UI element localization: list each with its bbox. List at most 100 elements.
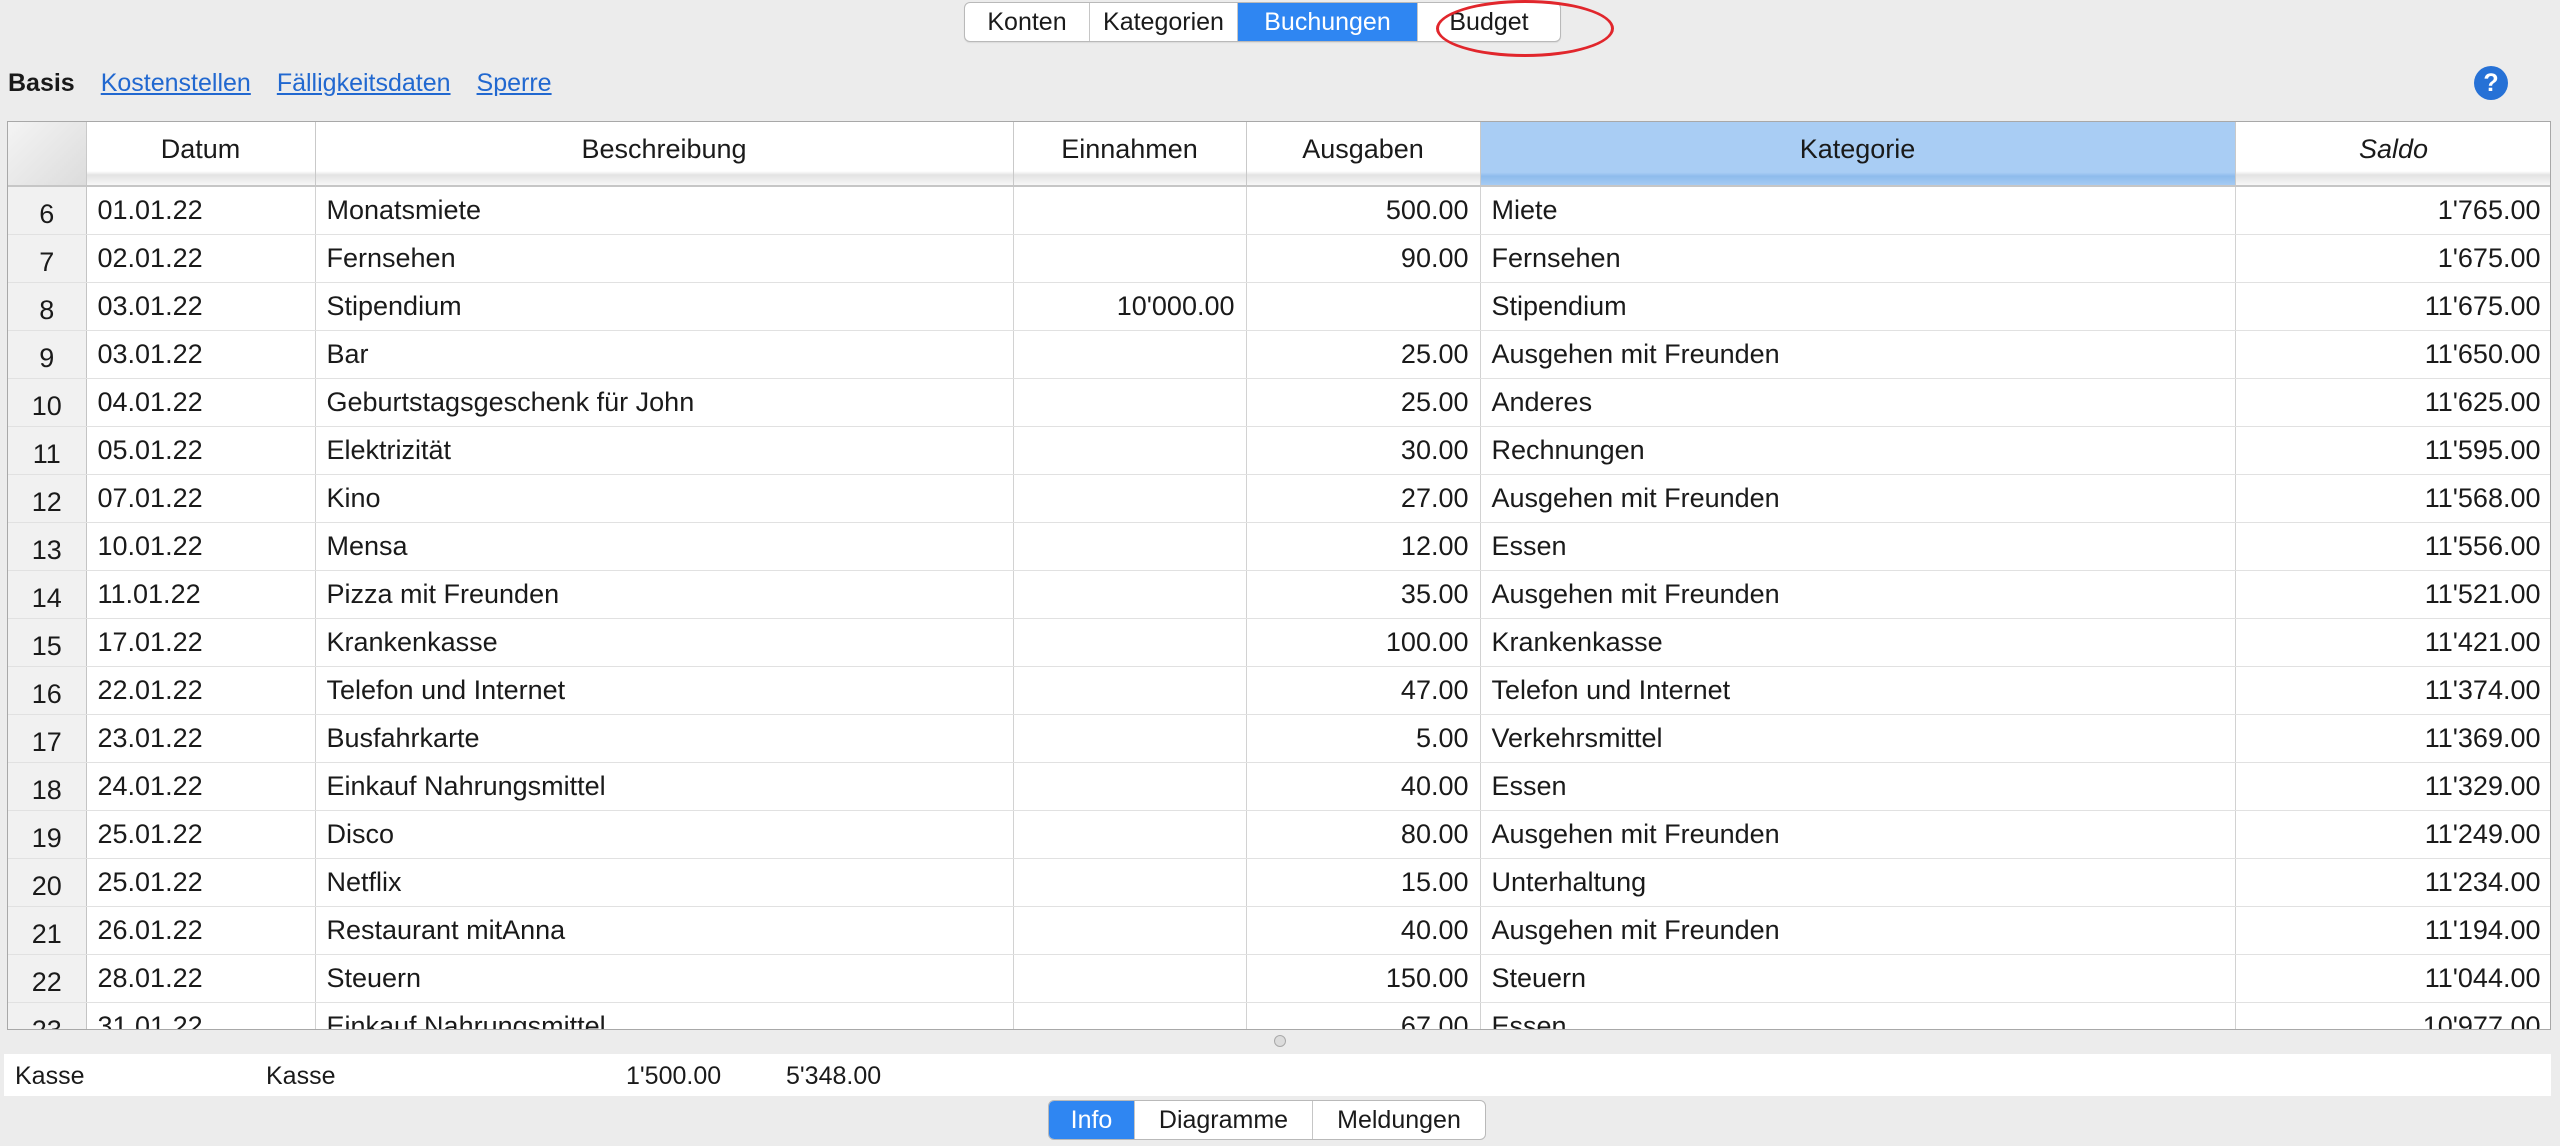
cell-ausgaben[interactable]: 35.00 xyxy=(1246,570,1481,619)
cell-datum[interactable]: 22.01.22 xyxy=(86,666,316,715)
cell-beschreibung[interactable]: Netflix xyxy=(315,858,1014,907)
cell-kategorie[interactable]: Stipendium xyxy=(1480,282,2236,331)
cell-datum[interactable]: 23.01.22 xyxy=(86,714,316,763)
cell-einnahmen[interactable] xyxy=(1013,954,1247,1003)
header-saldo[interactable]: Saldo xyxy=(2235,122,2550,187)
row-number[interactable]: 10 xyxy=(8,378,87,427)
cell-einnahmen[interactable] xyxy=(1013,1002,1247,1029)
table-row[interactable]: 7 02.01.22 Fernsehen 90.00 Fernsehen 1'675.00 xyxy=(8,234,2550,283)
cell-kategorie[interactable]: Ausgehen mit Freunden xyxy=(1480,810,2236,859)
row-number[interactable]: 21 xyxy=(8,906,87,955)
cell-saldo[interactable]: 11'044.00 xyxy=(2235,954,2550,1003)
splitter-handle[interactable] xyxy=(1274,1035,1286,1047)
cell-kategorie[interactable]: Ausgehen mit Freunden xyxy=(1480,906,2236,955)
cell-beschreibung[interactable]: Fernsehen xyxy=(315,234,1014,283)
table-row[interactable]: 6 01.01.22 Monatsmiete 500.00 Miete 1'765.00 xyxy=(8,186,2550,235)
cell-einnahmen[interactable] xyxy=(1013,906,1247,955)
cell-kategorie[interactable]: Essen xyxy=(1480,522,2236,571)
cell-datum[interactable]: 31.01.22 xyxy=(86,1002,316,1029)
view-kostenstellen-link[interactable]: Kostenstellen xyxy=(101,69,251,98)
cell-einnahmen[interactable] xyxy=(1013,618,1247,667)
tab-konten[interactable]: Konten xyxy=(965,3,1090,41)
cell-saldo[interactable]: 11'329.00 xyxy=(2235,762,2550,811)
table-row[interactable]: 18 24.01.22 Einkauf Nahrungsmittel 40.00 Ess… xyxy=(8,762,2550,811)
row-number[interactable]: 11 xyxy=(8,426,87,475)
cell-beschreibung[interactable]: Busfahrkarte xyxy=(315,714,1014,763)
cell-ausgaben[interactable]: 40.00 xyxy=(1246,906,1481,955)
cell-saldo[interactable]: 11'675.00 xyxy=(2235,282,2550,331)
help-icon[interactable]: ? xyxy=(2474,66,2508,100)
cell-kategorie[interactable]: Unterhaltung xyxy=(1480,858,2236,907)
cell-kategorie[interactable]: Ausgehen mit Freunden xyxy=(1480,330,2236,379)
cell-kategorie[interactable]: Rechnungen xyxy=(1480,426,2236,475)
cell-ausgaben[interactable]: 25.00 xyxy=(1246,330,1481,379)
cell-einnahmen[interactable] xyxy=(1013,234,1247,283)
row-number[interactable]: 7 xyxy=(8,234,87,283)
row-number[interactable]: 20 xyxy=(8,858,87,907)
cell-ausgaben[interactable]: 25.00 xyxy=(1246,378,1481,427)
cell-einnahmen[interactable] xyxy=(1013,474,1247,523)
cell-ausgaben[interactable]: 27.00 xyxy=(1246,474,1481,523)
cell-saldo[interactable]: 11'369.00 xyxy=(2235,714,2550,763)
tab-buchungen[interactable]: Buchungen xyxy=(1238,3,1418,41)
cell-datum[interactable]: 24.01.22 xyxy=(86,762,316,811)
row-number[interactable]: 6 xyxy=(8,186,87,235)
table-row[interactable]: 11 05.01.22 Elektrizität 30.00 Rechnungen 11'… xyxy=(8,426,2550,475)
table-row[interactable]: 19 25.01.22 Disco 80.00 Ausgehen mit Freunde… xyxy=(8,810,2550,859)
table-row[interactable]: 23 31.01.22 Einkauf Nahrungsmittel 67.00 Ess… xyxy=(8,1002,2550,1029)
cell-datum[interactable]: 17.01.22 xyxy=(86,618,316,667)
cell-kategorie[interactable]: Steuern xyxy=(1480,954,2236,1003)
row-number[interactable]: 18 xyxy=(8,762,87,811)
cell-beschreibung[interactable]: Geburtstagsgeschenk für John xyxy=(315,378,1014,427)
header-ausgaben[interactable]: Ausgaben xyxy=(1246,122,1481,187)
cell-einnahmen[interactable] xyxy=(1013,330,1247,379)
cell-datum[interactable]: 26.01.22 xyxy=(86,906,316,955)
cell-beschreibung[interactable]: Restaurant mitAnna xyxy=(315,906,1014,955)
cell-saldo[interactable]: 11'234.00 xyxy=(2235,858,2550,907)
cell-beschreibung[interactable]: Elektrizität xyxy=(315,426,1014,475)
cell-beschreibung[interactable]: Monatsmiete xyxy=(315,186,1014,235)
cell-einnahmen[interactable] xyxy=(1013,762,1247,811)
table-row[interactable]: 12 07.01.22 Kino 27.00 Ausgehen mit Freunden… xyxy=(8,474,2550,523)
row-number[interactable]: 8 xyxy=(8,282,87,331)
cell-saldo[interactable]: 11'249.00 xyxy=(2235,810,2550,859)
cell-saldo[interactable]: 11'625.00 xyxy=(2235,378,2550,427)
table-row[interactable]: 17 23.01.22 Busfahrkarte 5.00 Verkehrsmittel… xyxy=(8,714,2550,763)
cell-beschreibung[interactable]: Pizza mit Freunden xyxy=(315,570,1014,619)
cell-ausgaben[interactable]: 15.00 xyxy=(1246,858,1481,907)
tab-meldungen[interactable]: Meldungen xyxy=(1313,1101,1485,1139)
row-number[interactable]: 15 xyxy=(8,618,87,667)
table-row[interactable]: 21 26.01.22 Restaurant mitAnna 40.00 Ausgehe… xyxy=(8,906,2550,955)
cell-kategorie[interactable]: Krankenkasse xyxy=(1480,618,2236,667)
cell-datum[interactable]: 28.01.22 xyxy=(86,954,316,1003)
cell-datum[interactable]: 05.01.22 xyxy=(86,426,316,475)
cell-beschreibung[interactable]: Stipendium xyxy=(315,282,1014,331)
tab-diagramme[interactable]: Diagramme xyxy=(1135,1101,1313,1139)
cell-einnahmen[interactable] xyxy=(1013,858,1247,907)
cell-saldo[interactable]: 11'595.00 xyxy=(2235,426,2550,475)
cell-ausgaben[interactable]: 5.00 xyxy=(1246,714,1481,763)
cell-kategorie[interactable]: Miete xyxy=(1480,186,2236,235)
row-number[interactable]: 16 xyxy=(8,666,87,715)
cell-saldo[interactable]: 1'765.00 xyxy=(2235,186,2550,235)
header-einnahmen[interactable]: Einnahmen xyxy=(1013,122,1247,187)
cell-beschreibung[interactable]: Einkauf Nahrungsmittel xyxy=(315,1002,1014,1029)
cell-einnahmen[interactable] xyxy=(1013,666,1247,715)
cell-beschreibung[interactable]: Disco xyxy=(315,810,1014,859)
cell-kategorie[interactable]: Fernsehen xyxy=(1480,234,2236,283)
tab-info[interactable]: Info xyxy=(1049,1101,1135,1139)
cell-datum[interactable]: 10.01.22 xyxy=(86,522,316,571)
view-faelligkeitsdaten-link[interactable]: Fälligkeitsdaten xyxy=(277,69,451,98)
row-number[interactable]: 13 xyxy=(8,522,87,571)
cell-datum[interactable]: 07.01.22 xyxy=(86,474,316,523)
cell-beschreibung[interactable]: Einkauf Nahrungsmittel xyxy=(315,762,1014,811)
cell-datum[interactable]: 25.01.22 xyxy=(86,810,316,859)
cell-datum[interactable]: 11.01.22 xyxy=(86,570,316,619)
cell-kategorie[interactable]: Verkehrsmittel xyxy=(1480,714,2236,763)
table-row[interactable]: 10 04.01.22 Geburtstagsgeschenk für John 25… xyxy=(8,378,2550,427)
cell-kategorie[interactable]: Ausgehen mit Freunden xyxy=(1480,570,2236,619)
row-number[interactable]: 23 xyxy=(8,1002,87,1029)
cell-saldo[interactable]: 11'556.00 xyxy=(2235,522,2550,571)
cell-ausgaben[interactable]: 80.00 xyxy=(1246,810,1481,859)
table-row[interactable]: 14 11.01.22 Pizza mit Freunden 35.00 Ausgehe… xyxy=(8,570,2550,619)
